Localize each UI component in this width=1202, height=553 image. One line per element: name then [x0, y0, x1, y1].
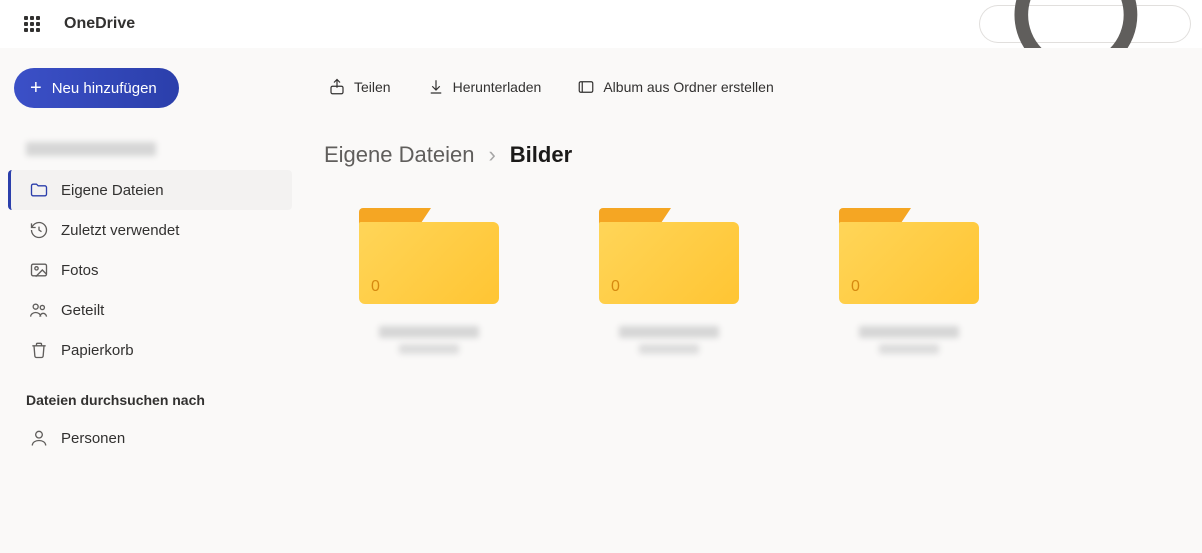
breadcrumb-current: Bilder	[510, 142, 572, 168]
waffle-icon	[24, 16, 40, 32]
breadcrumb: Eigene Dateien › Bilder	[324, 142, 1178, 168]
folder-count-badge: 0	[371, 278, 380, 296]
sidebar-item-people[interactable]: Personen	[8, 418, 292, 458]
album-icon	[577, 78, 595, 96]
toolbar: Teilen Herunterladen Album aus Ordner er…	[324, 66, 1178, 142]
folder-meta-redacted	[399, 344, 459, 354]
add-new-button[interactable]: + Neu hinzufügen	[14, 68, 179, 108]
sidebar-item-recent[interactable]: Zuletzt verwendet	[8, 210, 292, 250]
folder-grid: 0 0 0	[324, 208, 1178, 354]
share-icon	[328, 78, 346, 96]
sidebar-item-label: Eigene Dateien	[61, 182, 164, 199]
search-box[interactable]	[980, 6, 1190, 42]
download-button[interactable]: Herunterladen	[423, 72, 546, 102]
sidebar-item-shared[interactable]: Geteilt	[8, 290, 292, 330]
create-album-button[interactable]: Album aus Ordner erstellen	[573, 72, 777, 102]
person-icon	[29, 428, 49, 448]
folder-meta-redacted	[879, 344, 939, 354]
folder-meta-redacted	[639, 344, 699, 354]
folder-name-redacted	[379, 326, 479, 338]
folder-item[interactable]: 0	[354, 208, 504, 354]
user-name-redacted	[26, 142, 156, 156]
sidebar-item-my-files[interactable]: Eigene Dateien	[8, 170, 292, 210]
folder-icon: 0	[599, 208, 739, 304]
share-button[interactable]: Teilen	[324, 72, 395, 102]
chevron-right-icon: ›	[488, 142, 495, 168]
sidebar-item-label: Personen	[61, 430, 125, 447]
people-icon	[29, 300, 49, 320]
browse-section-title: Dateien durchsuchen nach	[8, 370, 292, 418]
trash-icon	[29, 340, 49, 360]
app-launcher[interactable]	[12, 4, 52, 44]
folder-item[interactable]: 0	[594, 208, 744, 354]
history-icon	[29, 220, 49, 240]
app-title: OneDrive	[64, 15, 135, 33]
sidebar-item-label: Geteilt	[61, 302, 104, 319]
plus-icon: +	[30, 78, 42, 98]
folder-count-badge: 0	[611, 278, 620, 296]
sidebar-item-label: Zuletzt verwendet	[61, 222, 179, 239]
sidebar-item-trash[interactable]: Papierkorb	[8, 330, 292, 370]
photo-icon	[29, 260, 49, 280]
download-label: Herunterladen	[453, 79, 542, 95]
folder-name-redacted	[859, 326, 959, 338]
sidebar-item-photos[interactable]: Fotos	[8, 250, 292, 290]
add-new-label: Neu hinzufügen	[52, 80, 157, 97]
folder-item[interactable]: 0	[834, 208, 984, 354]
sidebar: + Neu hinzufügen Eigene Dateien Zuletzt …	[0, 48, 300, 553]
folder-icon: 0	[359, 208, 499, 304]
share-label: Teilen	[354, 79, 391, 95]
folder-name-redacted	[619, 326, 719, 338]
download-icon	[427, 78, 445, 96]
folder-icon: 0	[839, 208, 979, 304]
main-content: Teilen Herunterladen Album aus Ordner er…	[300, 48, 1202, 553]
create-album-label: Album aus Ordner erstellen	[603, 79, 773, 95]
breadcrumb-root[interactable]: Eigene Dateien	[324, 142, 474, 168]
folder-icon	[29, 180, 49, 200]
sidebar-item-label: Fotos	[61, 262, 99, 279]
folder-count-badge: 0	[851, 278, 860, 296]
sidebar-item-label: Papierkorb	[61, 342, 134, 359]
